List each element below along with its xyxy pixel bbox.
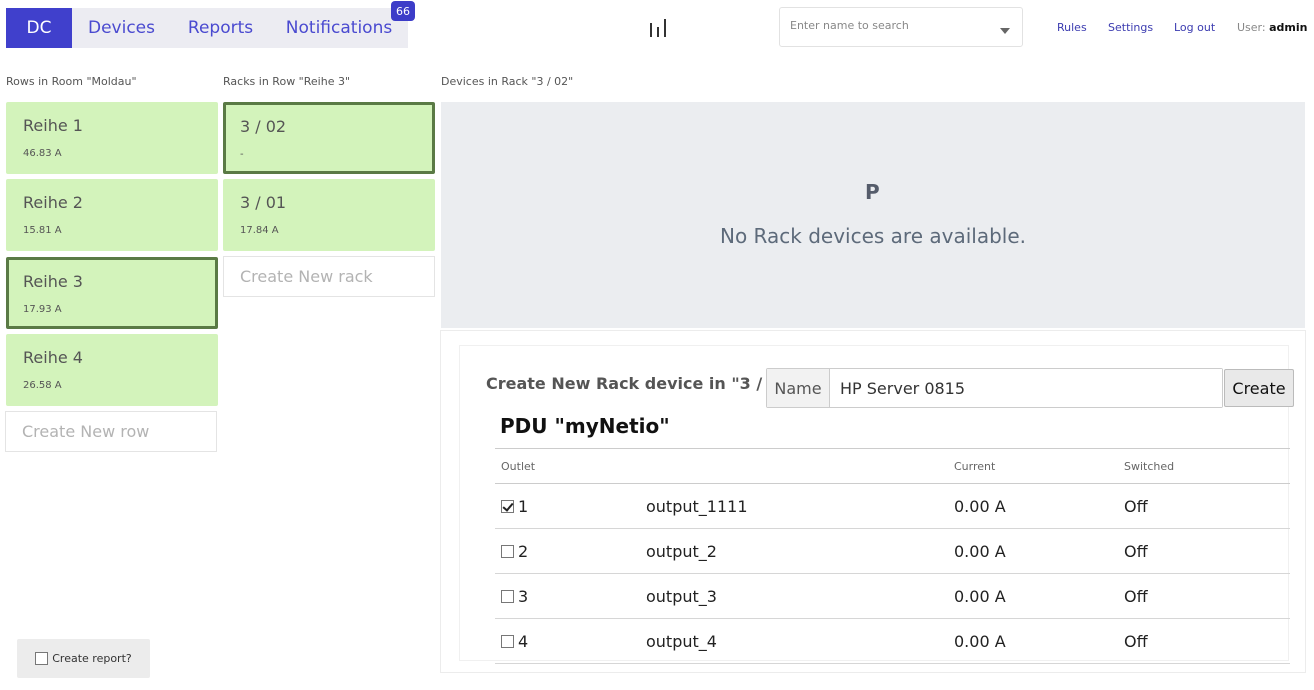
device-name-group: Name (766, 368, 1223, 408)
main-tabs: DC Devices Reports Notifications (6, 8, 408, 48)
create-device-inner: Create New Rack device in "3 / Name Crea… (459, 345, 1294, 664)
create-device-panel: Create New Rack device in "3 / Name Crea… (440, 330, 1306, 673)
create-rack-input[interactable] (240, 267, 420, 286)
notifications-count-badge: 66 (391, 1, 415, 21)
search-box[interactable] (779, 7, 1023, 47)
user-name: admin (1269, 21, 1308, 34)
outlets-table: Outlet Current Switched 1 output_1111 0.… (495, 448, 1290, 664)
outlet-current: 0.00 A (948, 618, 1118, 664)
rack-current: - (240, 149, 244, 160)
settings-link[interactable]: Settings (1108, 21, 1153, 34)
create-device-button[interactable]: Create (1224, 369, 1294, 407)
outlet-name: output_2 (640, 528, 948, 574)
outlet-cell: 1 (495, 483, 640, 529)
row-current: 26.58 A (23, 380, 62, 391)
outlet-checkbox[interactable] (501, 544, 514, 558)
create-report-checkbox[interactable] (35, 652, 49, 665)
outlet-checkbox[interactable] (501, 634, 514, 648)
rack-name: 3 / 01 (240, 193, 287, 212)
row-name: Reihe 3 (23, 272, 83, 291)
outlet-switched: Off (1118, 573, 1290, 619)
empty-devices-panel: P No Rack devices are available. (441, 102, 1305, 328)
outlet-name: output_1111 (640, 483, 948, 529)
rows-column-title: Rows in Room "Moldau" (6, 75, 137, 88)
tab-dc[interactable]: DC (6, 8, 72, 48)
rack-card-3-01[interactable]: 3 / 01 17.84 A (223, 179, 435, 251)
row-current: 15.81 A (23, 225, 62, 236)
outlet-name: output_3 (640, 573, 948, 619)
switched-column-header: Switched (1118, 448, 1290, 484)
outlet-switched: Off (1118, 483, 1290, 529)
current-column-header: Current (948, 448, 1118, 484)
chevron-down-icon[interactable] (1000, 28, 1010, 34)
table-row: 3 output_3 0.00 A Off (495, 573, 1290, 619)
tab-devices[interactable]: Devices (72, 8, 171, 48)
outlet-cell: 3 (495, 573, 640, 619)
search-input[interactable] (790, 19, 990, 32)
outlet-name: output_4 (640, 618, 948, 664)
table-row: 1 output_1111 0.00 A Off (495, 483, 1290, 529)
user-info: User: admin (1237, 21, 1307, 34)
create-report-toggle[interactable]: Create report? (17, 639, 150, 678)
rack-current: 17.84 A (240, 225, 279, 236)
racks-column-title: Racks in Row "Reihe 3" (223, 75, 351, 88)
outlet-switched: Off (1118, 618, 1290, 664)
tab-reports[interactable]: Reports (171, 8, 270, 48)
row-name: Reihe 4 (23, 348, 83, 367)
row-card-reihe-3[interactable]: Reihe 3 17.93 A (6, 257, 218, 329)
create-report-label: Create report? (52, 652, 132, 665)
table-row: 4 output_4 0.00 A Off (495, 618, 1290, 664)
create-row-input[interactable] (22, 422, 202, 441)
outlet-switched: Off (1118, 528, 1290, 574)
tab-notifications[interactable]: Notifications (270, 8, 408, 48)
outlet-cell: 4 (495, 618, 640, 664)
outlets-header-row: Outlet Current Switched (495, 448, 1290, 484)
rack-name: 3 / 02 (240, 117, 287, 136)
row-name: Reihe 1 (23, 116, 83, 135)
create-rack-box (223, 256, 435, 297)
row-card-reihe-1[interactable]: Reihe 1 46.83 A (6, 102, 218, 174)
logo-icon (650, 19, 666, 37)
rules-link[interactable]: Rules (1057, 21, 1087, 34)
device-name-label: Name (767, 369, 830, 407)
row-card-reihe-4[interactable]: Reihe 4 26.58 A (6, 334, 218, 406)
logout-link[interactable]: Log out (1174, 21, 1215, 34)
pdu-icon: P (865, 180, 880, 204)
create-device-title: Create New Rack device in "3 / (486, 374, 763, 393)
create-row-box (5, 411, 217, 452)
outlet-number: 4 (518, 631, 529, 651)
outlet-number: 3 (518, 586, 529, 606)
outlet-checkbox[interactable] (501, 589, 514, 603)
rack-card-3-02[interactable]: 3 / 02 - (223, 102, 435, 174)
outlet-current: 0.00 A (948, 573, 1118, 619)
empty-devices-message: No Rack devices are available. (719, 224, 1026, 248)
outlet-cell: 2 (495, 528, 640, 574)
device-name-input[interactable] (830, 369, 1222, 407)
devices-column-title: Devices in Rack "3 / 02" (441, 75, 574, 88)
row-current: 17.93 A (23, 304, 62, 315)
user-label: User: (1237, 21, 1266, 34)
outlet-current: 0.00 A (948, 528, 1118, 574)
name-column-header (640, 448, 948, 484)
row-card-reihe-2[interactable]: Reihe 2 15.81 A (6, 179, 218, 251)
outlet-number: 1 (518, 496, 529, 516)
outlet-checkbox[interactable] (501, 499, 514, 513)
outlet-current: 0.00 A (948, 483, 1118, 529)
row-current: 46.83 A (23, 148, 62, 159)
table-row: 2 output_2 0.00 A Off (495, 528, 1290, 574)
row-name: Reihe 2 (23, 193, 83, 212)
pdu-title: PDU "myNetio" (500, 414, 670, 438)
outlet-column-header: Outlet (495, 448, 640, 484)
outlet-number: 2 (518, 541, 529, 561)
